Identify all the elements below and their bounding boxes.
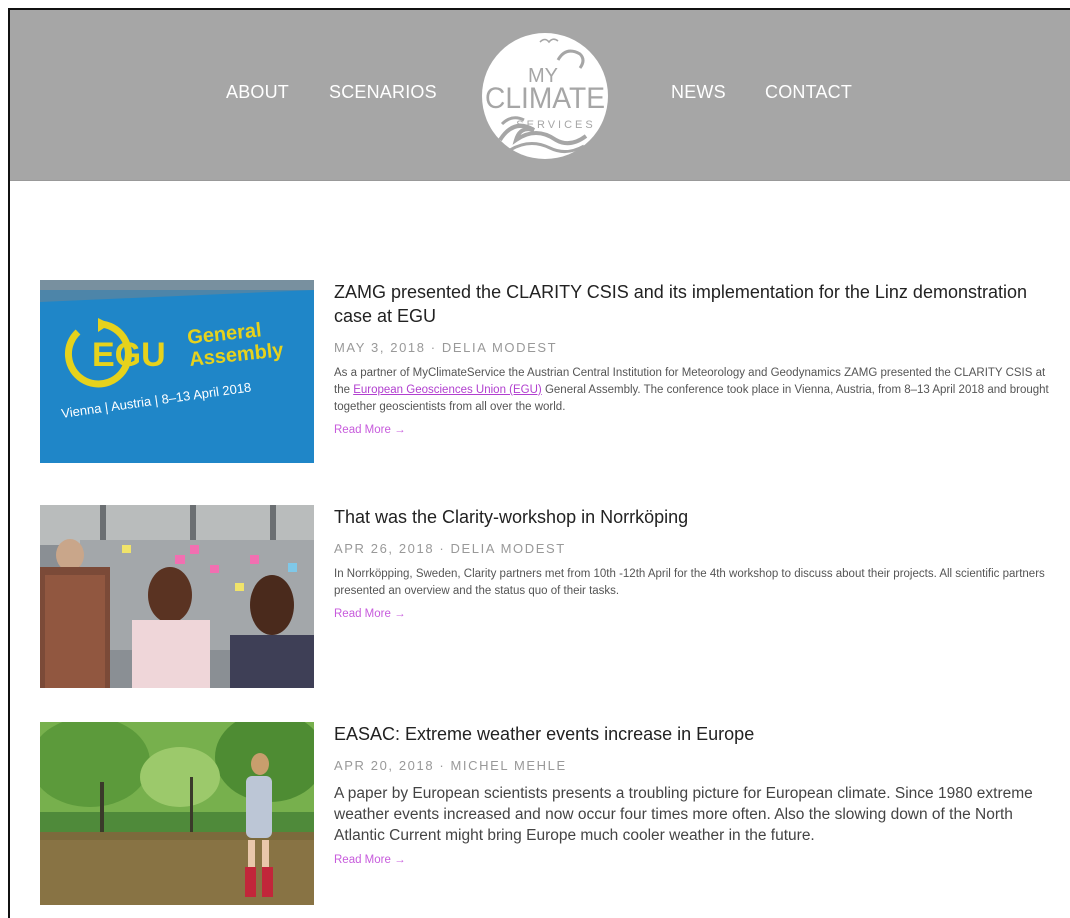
egu-logo-text: EGU — [92, 336, 166, 374]
site-logo[interactable]: MY CLIMATE SERVICES — [480, 20, 610, 162]
post-content: ZAMG presented the CLARITY CSIS and its … — [334, 280, 1054, 438]
nav-scenarios[interactable]: SCENARIOS — [329, 82, 437, 103]
post-thumbnail-workshop[interactable] — [40, 505, 314, 688]
nav-contact[interactable]: CONTACT — [765, 82, 852, 103]
post-meta: APR 20, 2018 · MICHEL MEHLE — [334, 758, 567, 773]
post-content: That was the Clarity-workshop in Norrköp… — [334, 505, 1054, 622]
post-title[interactable]: EASAC: Extreme weather events increase i… — [334, 722, 1054, 746]
post-title[interactable]: ZAMG presented the CLARITY CSIS and its … — [334, 280, 1054, 328]
read-more-link[interactable]: Read More → — [334, 854, 406, 866]
post-thumbnail-egu[interactable]: EGU General Assembly Vienna | Austria | … — [40, 280, 314, 463]
site-header: ABOUT SCENARIOS MY CLIMATE SERVICES NEWS… — [10, 10, 1070, 181]
egu-link[interactable]: European Geosciences Union (EGU) — [353, 384, 542, 396]
nav-news[interactable]: NEWS — [671, 82, 726, 103]
post-excerpt: As a partner of MyClimateService the Aus… — [334, 365, 1054, 416]
post-thumbnail-flood[interactable] — [40, 722, 314, 905]
page-frame: ABOUT SCENARIOS MY CLIMATE SERVICES NEWS… — [8, 8, 1070, 918]
news-post: That was the Clarity-workshop in Norrköp… — [40, 505, 1070, 695]
news-post: EASAC: Extreme weather events increase i… — [40, 722, 1070, 912]
post-excerpt: A paper by European scientists presents … — [334, 785, 1033, 844]
read-more-link[interactable]: Read More → — [334, 608, 406, 620]
post-meta: MAY 3, 2018 · DELIA MODEST — [334, 340, 558, 355]
post-title[interactable]: That was the Clarity-workshop in Norrköp… — [334, 505, 1054, 529]
nav-about[interactable]: ABOUT — [226, 82, 289, 103]
post-meta: APR 26, 2018 · DELIA MODEST — [334, 541, 566, 556]
read-more-link[interactable]: Read More → — [334, 424, 406, 436]
post-content: EASAC: Extreme weather events increase i… — [334, 722, 1054, 868]
post-excerpt: In Norrköpping, Sweden, Clarity partners… — [334, 568, 1045, 597]
news-post: EGU General Assembly Vienna | Austria | … — [40, 280, 1070, 470]
logo-climate: CLIMATE — [485, 82, 605, 115]
